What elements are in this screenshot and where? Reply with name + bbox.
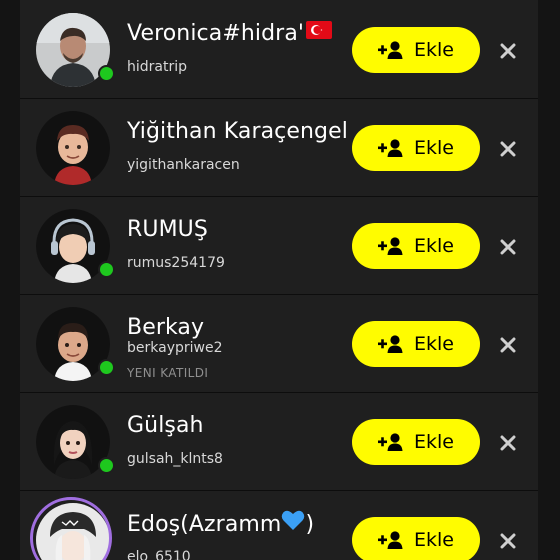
- quick-add-screen: Veronica#hidra' hidratrip Ekle Yiğithan …: [0, 0, 560, 560]
- display-name: Berkay: [127, 315, 205, 340]
- list-item[interactable]: Veronica#hidra' hidratrip Ekle: [20, 1, 538, 99]
- dismiss-button[interactable]: [494, 331, 522, 359]
- dismiss-button[interactable]: [494, 233, 522, 261]
- dismiss-button[interactable]: [494, 37, 522, 65]
- add-friend-button[interactable]: Ekle: [352, 517, 480, 560]
- avatar-wrap: [30, 497, 112, 560]
- avatar-wrap: [36, 209, 115, 283]
- close-icon: [500, 435, 516, 451]
- avatar-wrap: [36, 307, 115, 381]
- username: rumus254179: [127, 255, 225, 271]
- display-name: Veronica#hidra': [127, 20, 333, 47]
- add-friend-button[interactable]: Ekle: [352, 223, 480, 269]
- add-friend-icon: [378, 40, 404, 60]
- add-friend-label: Ekle: [414, 137, 454, 159]
- dismiss-button[interactable]: [494, 527, 522, 555]
- add-friend-icon: [378, 334, 404, 354]
- avatar-wrap: [36, 405, 115, 479]
- story-ring: [30, 497, 112, 560]
- dismiss-button[interactable]: [494, 135, 522, 163]
- avatar-wrap: [36, 13, 115, 87]
- add-friend-icon: [378, 138, 404, 158]
- online-indicator: [98, 457, 115, 474]
- online-indicator: [98, 65, 115, 82]
- add-friend-icon: [378, 432, 404, 452]
- list-item[interactable]: Gülşah gulsah_klnts8 Ekle: [20, 393, 538, 491]
- blue-heart-icon: [281, 509, 305, 537]
- list-item[interactable]: Edoş(Azramm) elo_6510 Ekle: [20, 491, 538, 560]
- turkey-flag-icon: [306, 20, 333, 45]
- suggestion-list: Veronica#hidra' hidratrip Ekle Yiğithan …: [20, 0, 538, 560]
- dismiss-button[interactable]: [494, 429, 522, 457]
- add-friend-button[interactable]: Ekle: [352, 321, 480, 367]
- close-icon: [500, 239, 516, 255]
- display-name: Edoş(Azramm): [127, 509, 314, 539]
- add-friend-label: Ekle: [414, 333, 454, 355]
- online-indicator: [98, 359, 115, 376]
- add-friend-label: Ekle: [414, 529, 454, 551]
- avatar[interactable]: [36, 111, 110, 185]
- close-icon: [500, 337, 516, 353]
- list-item[interactable]: Berkay berkaypriwe2 YENI KATILDI Ekle: [20, 295, 538, 393]
- display-name: RUMUŞ: [127, 217, 208, 242]
- add-friend-button[interactable]: Ekle: [352, 419, 480, 465]
- list-item[interactable]: Yiğithan Karaçengel yigithankaracen Ekle: [20, 99, 538, 197]
- username: elo_6510: [127, 549, 191, 560]
- close-icon: [500, 533, 516, 549]
- avatar-wrap: [36, 111, 110, 185]
- add-friend-icon: [378, 236, 404, 256]
- username: hidratrip: [127, 59, 188, 75]
- add-friend-label: Ekle: [414, 235, 454, 257]
- add-friend-label: Ekle: [414, 39, 454, 61]
- username: yigithankaracen: [127, 157, 240, 173]
- close-icon: [500, 141, 516, 157]
- add-friend-icon: [378, 530, 404, 550]
- display-name: Gülşah: [127, 413, 204, 438]
- add-friend-label: Ekle: [414, 431, 454, 453]
- add-friend-button[interactable]: Ekle: [352, 125, 480, 171]
- display-name: Yiğithan Karaçengel: [127, 119, 348, 144]
- username: berkaypriwe2: [127, 340, 223, 356]
- add-friend-button[interactable]: Ekle: [352, 27, 480, 73]
- online-indicator: [98, 261, 115, 278]
- username: gulsah_klnts8: [127, 451, 223, 467]
- list-item[interactable]: RUMUŞ rumus254179 Ekle: [20, 197, 538, 295]
- new-joined-badge: YENI KATILDI: [127, 366, 209, 380]
- close-icon: [500, 43, 516, 59]
